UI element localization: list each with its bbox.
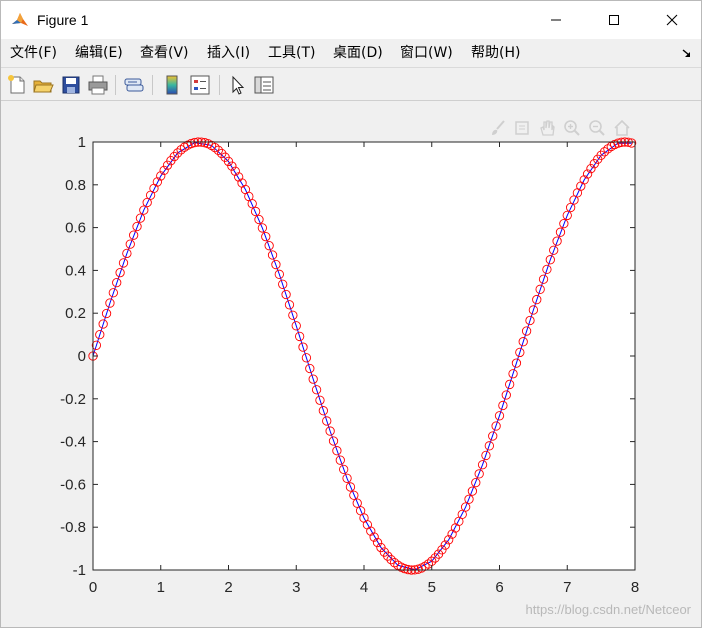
x-tick-label: 0 xyxy=(89,579,97,596)
toolbar-separator xyxy=(219,75,220,95)
x-tick-label: 4 xyxy=(360,579,368,596)
insert-legend-icon[interactable] xyxy=(189,74,211,96)
x-tick-label: 2 xyxy=(224,579,232,596)
property-inspector-icon[interactable] xyxy=(253,74,275,96)
dock-arrow-icon[interactable] xyxy=(681,47,693,59)
menu-tools[interactable]: 工具(T) xyxy=(268,44,315,62)
menu-insert[interactable]: 插入(I) xyxy=(207,44,250,62)
y-tick-label: -0.6 xyxy=(60,476,86,493)
open-file-icon[interactable] xyxy=(32,74,54,96)
x-tick-label: 8 xyxy=(631,579,639,596)
new-figure-icon[interactable] xyxy=(6,74,28,96)
menu-desktop[interactable]: 桌面(D) xyxy=(333,44,383,62)
x-tick-label: 6 xyxy=(495,579,503,596)
close-icon xyxy=(666,14,678,26)
y-tick-label: -0.4 xyxy=(60,434,86,451)
sine-plot[interactable]: 0 1 2 3 4 5 6 7 8 -1 -0.8 -0.6 -0.4 -0.2 0 0.2 0.4 0.6 0.8… xyxy=(2,101,701,627)
close-button[interactable] xyxy=(649,1,695,39)
window-title: Figure 1 xyxy=(37,12,89,28)
data-tips-icon[interactable] xyxy=(513,119,531,137)
menu-edit[interactable]: 编辑(E) xyxy=(75,44,123,62)
toolbar-separator xyxy=(115,75,116,95)
figure-canvas[interactable]: 0 1 2 3 4 5 6 7 8 -1 -0.8 -0.6 -0.4 -0.2 0 0.2 0.4 0.6 0.8… xyxy=(2,101,701,627)
y-tick-label: 0.6 xyxy=(65,220,86,237)
matlab-logo-icon xyxy=(11,11,29,29)
y-tick-label: 0.2 xyxy=(65,305,86,322)
x-tick-label: 1 xyxy=(157,579,165,596)
pan-icon[interactable] xyxy=(538,119,556,137)
x-tick-label: 5 xyxy=(428,579,436,596)
maximize-icon xyxy=(609,15,619,25)
home-icon[interactable] xyxy=(613,119,631,137)
edit-plot-icon[interactable] xyxy=(227,74,249,96)
axes-background xyxy=(93,142,635,570)
zoom-in-icon[interactable] xyxy=(563,119,581,137)
figure-window: Figure 1 文件(F) 编辑(E) 查看(V) 插入(I) 工具(T) 桌… xyxy=(0,0,702,628)
minimize-button[interactable] xyxy=(533,1,579,39)
zoom-out-icon[interactable] xyxy=(588,119,606,137)
brush-icon[interactable] xyxy=(489,119,507,137)
x-tick-label: 3 xyxy=(292,579,300,596)
save-icon[interactable] xyxy=(60,74,82,96)
x-tick-label: 7 xyxy=(563,579,571,596)
print-icon[interactable] xyxy=(87,74,109,96)
menu-view[interactable]: 查看(V) xyxy=(140,44,189,62)
menu-file[interactable]: 文件(F) xyxy=(10,44,57,62)
menu-bar: 文件(F) 编辑(E) 查看(V) 插入(I) 工具(T) 桌面(D) 窗口(W… xyxy=(1,39,701,67)
minimize-icon xyxy=(551,19,561,21)
y-tick-label: -0.2 xyxy=(60,391,86,408)
y-tick-label: 0 xyxy=(78,348,86,365)
toolbar-separator xyxy=(152,75,153,95)
menu-help[interactable]: 帮助(H) xyxy=(471,44,520,62)
y-tick-label: -0.8 xyxy=(60,519,86,536)
figure-toolbar xyxy=(1,67,701,101)
maximize-button[interactable] xyxy=(591,1,637,39)
y-tick-label: 0.8 xyxy=(65,177,86,194)
title-bar[interactable]: Figure 1 xyxy=(1,1,701,39)
menu-window[interactable]: 窗口(W) xyxy=(400,44,453,62)
watermark-text: https://blog.csdn.net/Netceor xyxy=(525,602,691,617)
insert-colorbar-icon[interactable] xyxy=(161,74,183,96)
y-tick-label: 1 xyxy=(78,134,86,151)
link-plot-icon[interactable] xyxy=(123,74,145,96)
y-tick-label: 0.4 xyxy=(65,262,86,279)
y-tick-label: -1 xyxy=(73,562,86,579)
